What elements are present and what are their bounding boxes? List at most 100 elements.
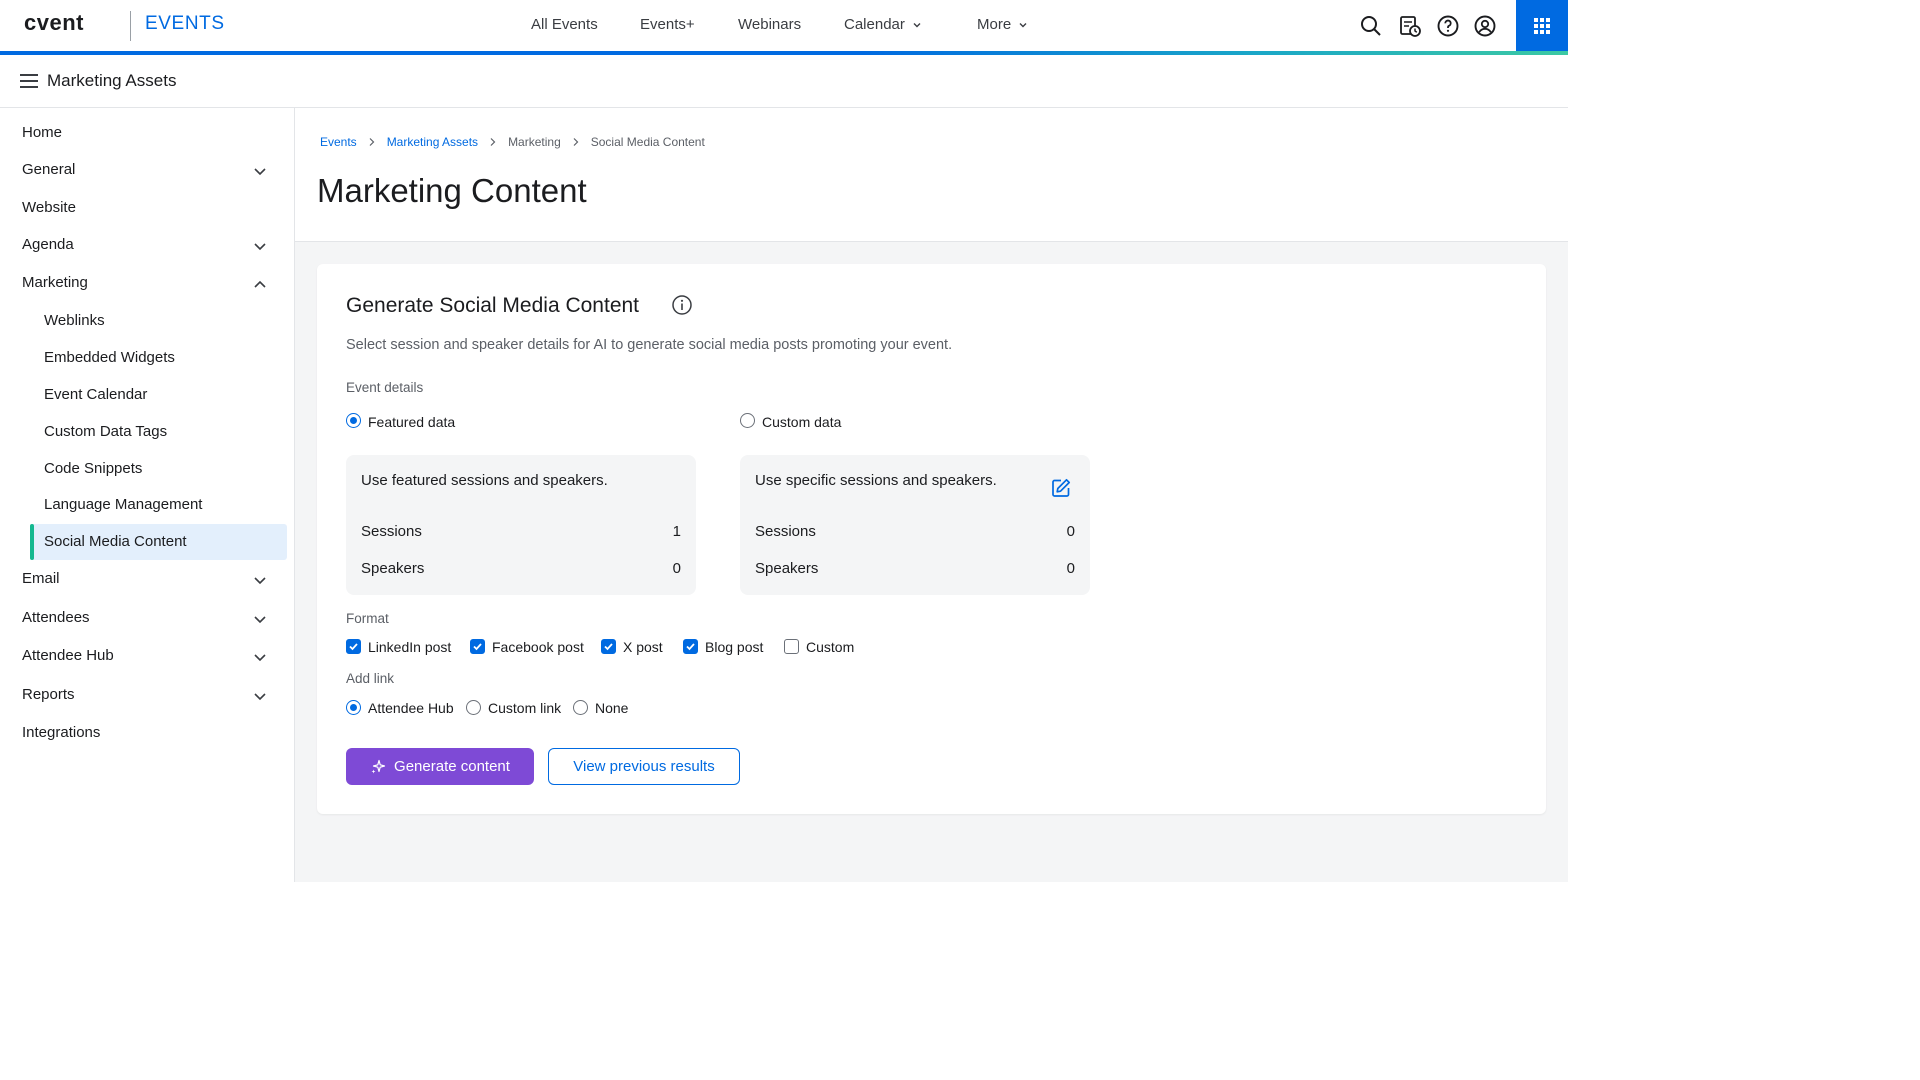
sidebar-item-label: Event Calendar — [44, 386, 148, 403]
custom-heading: Use specific sessions and speakers. — [755, 472, 997, 489]
custom-format-checkbox[interactable] — [784, 639, 799, 654]
chevron-down-icon — [254, 654, 266, 662]
cvent-logo[interactable]: cvent — [24, 10, 84, 36]
sidebar-item-attendees[interactable]: Attendees — [0, 600, 295, 636]
chevron-right-icon — [490, 138, 496, 146]
breadcrumb-events[interactable]: Events — [320, 135, 357, 149]
nav-webinars[interactable]: Webinars — [738, 16, 801, 33]
custom-link-label[interactable]: Custom link — [488, 700, 561, 716]
custom-sessions-label: Sessions — [755, 523, 816, 540]
sidebar-item-label: Home — [22, 124, 63, 141]
edit-icon[interactable] — [1050, 477, 1072, 499]
nav-events-plus[interactable]: Events+ — [640, 16, 695, 33]
sidebar-item-label: Weblinks — [44, 312, 105, 329]
nav-all-events-label: All Events — [531, 16, 598, 33]
sidebar-item-integrations[interactable]: Integrations — [0, 715, 295, 751]
featured-sessions-value: 1 — [672, 523, 681, 540]
sidebar-item-label: Reports — [22, 686, 75, 703]
x-post-checkbox[interactable] — [601, 639, 616, 654]
custom-data-radio[interactable] — [740, 413, 755, 428]
add-link-label: Add link — [346, 671, 395, 686]
custom-speakers-label: Speakers — [755, 560, 819, 577]
nav-all-events[interactable]: All Events — [531, 16, 598, 33]
sidebar-item-general[interactable]: General — [0, 152, 295, 188]
linkedin-post-checkbox[interactable] — [346, 639, 361, 654]
sidebar-item-label: Email — [22, 570, 60, 587]
nav-more[interactable]: More — [977, 16, 1029, 33]
chevron-down-icon — [254, 243, 266, 251]
custom-format-label[interactable]: Custom — [806, 639, 854, 655]
sidebar-item-language-management[interactable]: Language Management — [0, 487, 295, 523]
sidebar-item-label: Code Snippets — [44, 460, 143, 477]
view-previous-results-label: View previous results — [573, 758, 715, 775]
page-header: Events Marketing Assets Marketing Social… — [295, 108, 1568, 242]
custom-data-box: Use specific sessions and speakers. Sess… — [740, 455, 1090, 595]
generate-content-card: Generate Social Media Content Select ses… — [317, 264, 1546, 814]
generate-content-button[interactable]: Generate content — [346, 748, 534, 785]
section-title: Marketing Assets — [47, 71, 177, 90]
sidebar-item-marketing[interactable]: Marketing — [0, 265, 295, 301]
featured-data-label[interactable]: Featured data — [368, 414, 455, 430]
chevron-up-icon — [254, 280, 266, 288]
nav-webinars-label: Webinars — [738, 16, 802, 33]
sidebar-item-agenda[interactable]: Agenda — [0, 227, 295, 263]
sidebar-item-label: Agenda — [22, 236, 74, 253]
view-previous-results-button[interactable]: View previous results — [548, 748, 740, 785]
nav-events-plus-label: Events+ — [640, 16, 695, 33]
sidebar-item-home[interactable]: Home — [0, 115, 295, 151]
chevron-down-icon — [254, 577, 266, 585]
sidebar-item-label: Attendees — [22, 609, 90, 626]
featured-heading: Use featured sessions and speakers. — [361, 472, 608, 489]
sparkle-icon — [371, 759, 386, 773]
sidebar-item-label: Social Media Content — [44, 533, 187, 550]
attendee-hub-label[interactable]: Attendee Hub — [368, 700, 454, 716]
generate-content-label: Generate content — [394, 758, 510, 775]
chevron-down-icon — [254, 168, 266, 176]
blog-post-checkbox[interactable] — [683, 639, 698, 654]
apps-grid-button[interactable] — [1516, 0, 1568, 52]
sidebar-item-label: Language Management — [44, 496, 203, 513]
sidebar-item-custom-data-tags[interactable]: Custom Data Tags — [0, 414, 295, 450]
facebook-post-checkbox[interactable] — [470, 639, 485, 654]
none-link-label[interactable]: None — [595, 700, 628, 716]
sidebar-item-social-media-content[interactable]: Social Media Content — [30, 524, 287, 560]
sidebar-item-embedded-widgets[interactable]: Embedded Widgets — [0, 340, 295, 376]
card-description: Select session and speaker details for A… — [346, 337, 953, 353]
nav-calendar[interactable]: Calendar — [844, 16, 923, 33]
user-icon[interactable] — [1473, 14, 1497, 38]
none-link-radio[interactable] — [573, 700, 588, 715]
sidebar-item-code-snippets[interactable]: Code Snippets — [0, 451, 295, 487]
custom-data-label[interactable]: Custom data — [762, 414, 841, 430]
x-post-label[interactable]: X post — [623, 639, 663, 655]
sidebar-item-attendee-hub[interactable]: Attendee Hub — [0, 638, 295, 674]
help-icon[interactable] — [1436, 14, 1460, 38]
search-icon[interactable] — [1359, 14, 1383, 38]
sidebar-item-label: Integrations — [22, 724, 101, 741]
nav-calendar-label: Calendar — [844, 16, 905, 33]
custom-link-radio[interactable] — [466, 700, 481, 715]
breadcrumb: Events Marketing Assets Marketing Social… — [320, 135, 705, 149]
sidebar-item-label: General — [22, 161, 76, 178]
app-name[interactable]: EVENTS — [145, 13, 225, 35]
facebook-post-label[interactable]: Facebook post — [492, 639, 584, 655]
nav-more-label: More — [977, 16, 1012, 33]
breadcrumb-marketing-assets[interactable]: Marketing Assets — [387, 135, 478, 149]
blog-post-label[interactable]: Blog post — [705, 639, 763, 655]
menu-icon[interactable] — [20, 74, 38, 88]
logo-divider — [130, 11, 131, 41]
sidebar-item-label: Attendee Hub — [22, 647, 114, 664]
sidebar-item-website[interactable]: Website — [0, 190, 295, 226]
info-icon[interactable] — [671, 294, 693, 316]
chevron-right-icon — [369, 138, 375, 146]
linkedin-post-label[interactable]: LinkedIn post — [368, 639, 451, 655]
sidebar-item-event-calendar[interactable]: Event Calendar — [0, 377, 295, 413]
featured-sessions-label: Sessions — [361, 523, 422, 540]
calendar-check-icon[interactable] — [1398, 14, 1422, 38]
sidebar-item-reports[interactable]: Reports — [0, 677, 295, 713]
sidebar-item-label: Website — [22, 199, 76, 216]
format-label: Format — [346, 611, 389, 626]
sidebar-item-weblinks[interactable]: Weblinks — [0, 303, 295, 339]
sidebar-item-email[interactable]: Email — [0, 561, 295, 597]
featured-data-radio[interactable] — [346, 413, 361, 428]
attendee-hub-radio[interactable] — [346, 700, 361, 715]
